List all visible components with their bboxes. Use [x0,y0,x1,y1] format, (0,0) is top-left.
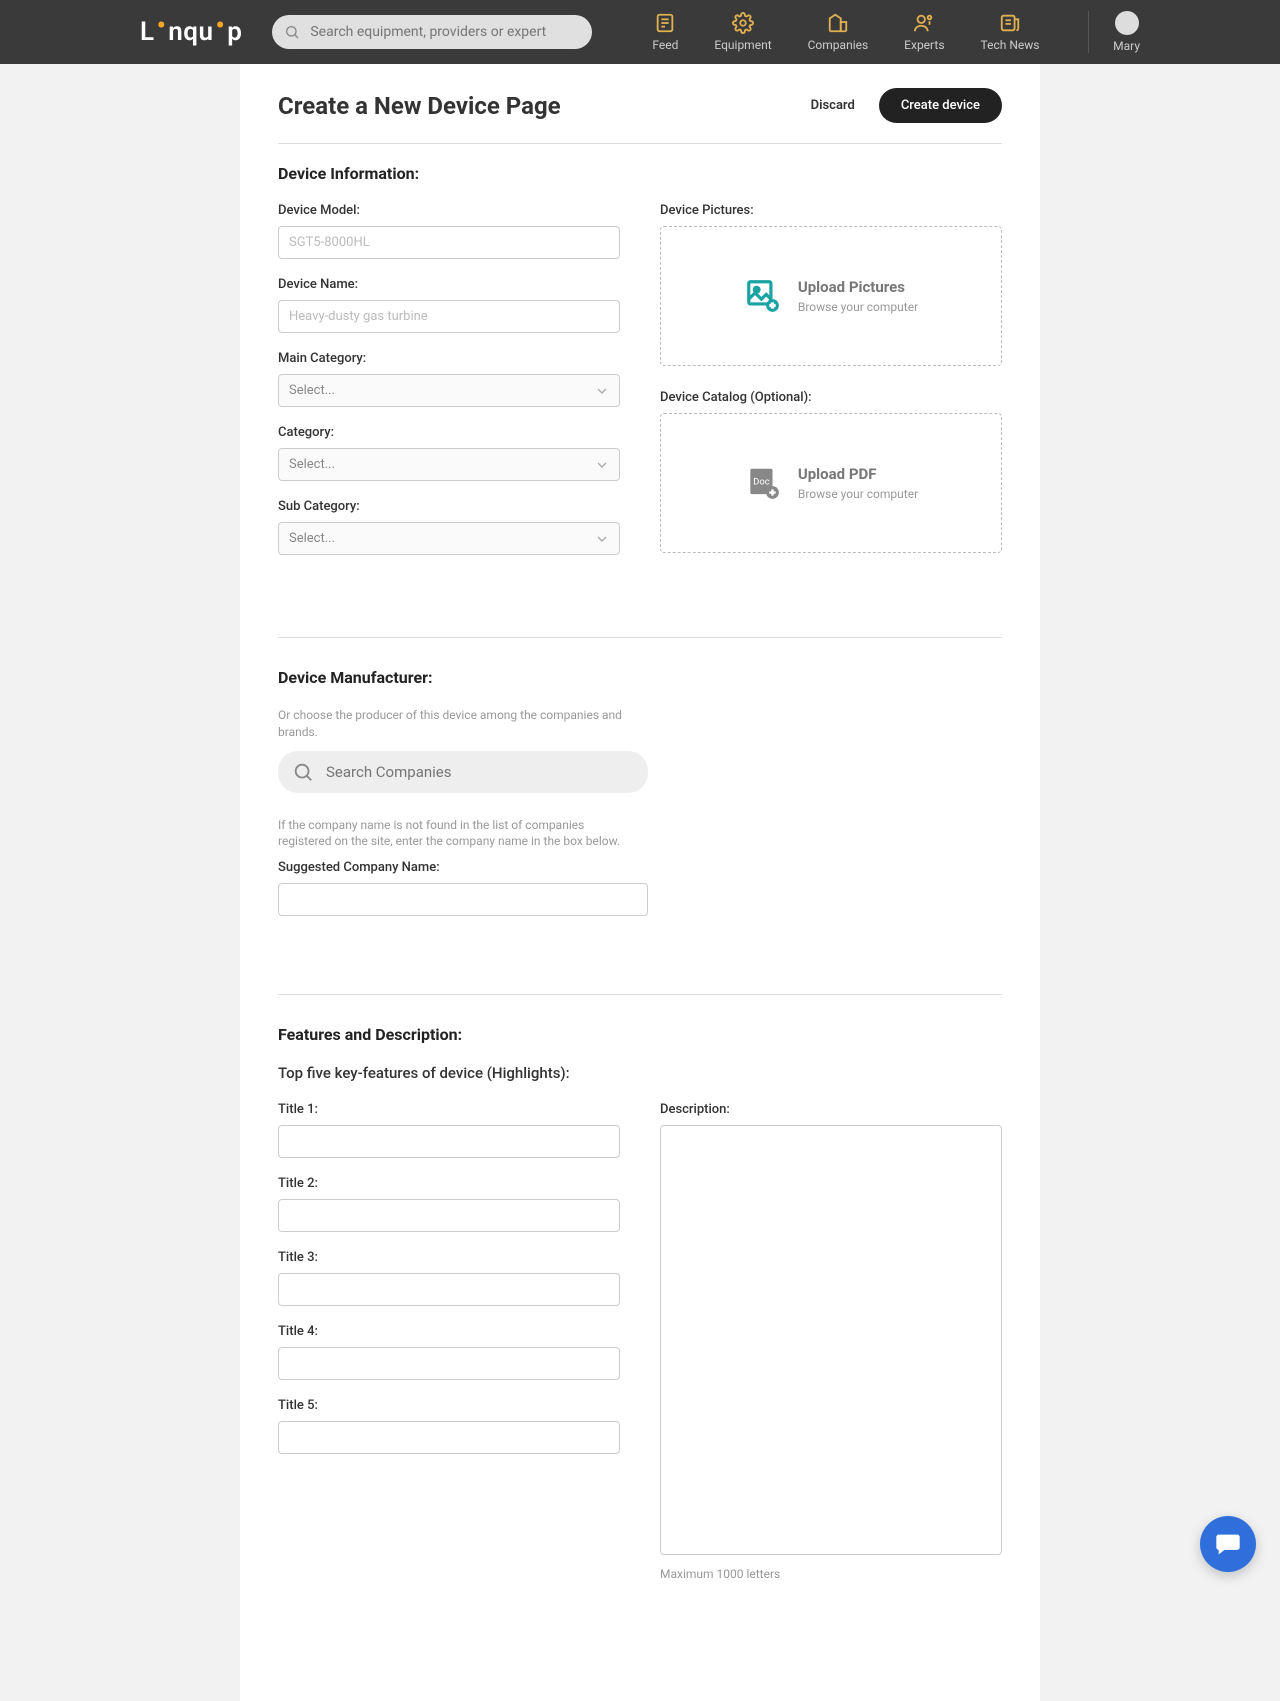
company-search [278,751,648,793]
discard-button[interactable]: Discard [797,90,869,121]
device-model-label: Device Model: [278,203,620,218]
experts-icon [913,12,935,34]
brand-logo[interactable]: L•nqu•p [140,17,242,47]
description-textarea[interactable] [660,1125,1002,1555]
nav-label: Feed [652,38,678,52]
top-nav: Feed Equipment Companies Experts Tech Ne… [652,12,1039,52]
search-icon [292,761,314,783]
section-features: Features and Description: Top five key-f… [278,994,1002,1611]
category-select[interactable]: Select... [278,448,620,481]
global-search [272,15,592,49]
header-user[interactable]: Mary [1088,11,1140,53]
device-name-input[interactable] [278,300,620,333]
section-title: Device Manufacturer: [278,668,1002,687]
main-category-label: Main Category: [278,351,620,366]
upload-pictures-sub: Browse your computer [798,300,918,314]
title2-label: Title 2: [278,1176,620,1191]
section-title: Device Information: [278,164,1002,183]
nav-label: Tech News [981,38,1040,52]
description-max-note: Maximum 1000 letters [660,1567,1002,1581]
device-name-label: Device Name: [278,277,620,292]
title1-input[interactable] [278,1125,620,1158]
avatar [1115,11,1139,35]
nav-technews[interactable]: Tech News [981,12,1040,52]
title3-input[interactable] [278,1273,620,1306]
title5-input[interactable] [278,1421,620,1454]
company-search-input[interactable] [278,751,648,793]
section-device-info: Device Information: Device Model: Device… [278,164,1002,607]
chat-bubble[interactable] [1200,1516,1256,1572]
catalog-label: Device Catalog (Optional): [660,390,1002,405]
section-manufacturer: Device Manufacturer: Or choose the produ… [278,637,1002,964]
chat-icon [1214,1530,1242,1558]
title3-label: Title 3: [278,1250,620,1265]
manufacturer-help-bottom: If the company name is not found in the … [278,817,638,851]
section-title: Features and Description: [278,1025,1002,1044]
news-icon [999,12,1021,34]
image-upload-icon [744,277,782,315]
nav-equipment[interactable]: Equipment [714,12,771,52]
title4-label: Title 4: [278,1324,620,1339]
description-label: Description: [660,1102,1002,1117]
features-subtitle: Top five key-features of device (Highlig… [278,1064,1002,1082]
nav-companies[interactable]: Companies [808,12,869,52]
nav-feed[interactable]: Feed [652,12,678,52]
feed-icon [654,12,676,34]
sub-category-label: Sub Category: [278,499,620,514]
title4-input[interactable] [278,1347,620,1380]
nav-label: Experts [904,38,944,52]
title1-label: Title 1: [278,1102,620,1117]
svg-text:Doc: Doc [753,477,770,488]
equipment-icon [732,12,754,34]
create-device-button[interactable]: Create device [879,88,1002,123]
upload-pdf-sub: Browse your computer [798,487,918,501]
device-model-input[interactable] [278,226,620,259]
title5-label: Title 5: [278,1398,620,1413]
header: L•nqu•p Feed Equipment Companies Experts… [0,0,1280,64]
user-name: Mary [1113,39,1140,53]
pictures-label: Device Pictures: [660,203,1002,218]
upload-pdf-title: Upload PDF [798,465,918,483]
manufacturer-help-top: Or choose the producer of this device am… [278,707,638,741]
search-icon [284,24,300,40]
category-label: Category: [278,425,620,440]
page: Create a New Device Page Discard Create … [240,64,1040,1701]
upload-pictures[interactable]: Upload Pictures Browse your computer [660,226,1002,366]
search-input[interactable] [272,15,592,49]
suggested-company-label: Suggested Company Name: [278,860,648,875]
nav-label: Companies [808,38,869,52]
page-title: Create a New Device Page [278,92,561,120]
suggested-company-input[interactable] [278,883,648,916]
upload-pictures-title: Upload Pictures [798,278,918,296]
main-category-select[interactable]: Select... [278,374,620,407]
companies-icon [827,12,849,34]
nav-experts[interactable]: Experts [904,12,944,52]
pdf-upload-icon: Doc [744,464,782,502]
sub-category-select[interactable]: Select... [278,522,620,555]
upload-pdf[interactable]: Doc Upload PDF Browse your computer [660,413,1002,553]
title2-input[interactable] [278,1199,620,1232]
nav-label: Equipment [714,38,771,52]
